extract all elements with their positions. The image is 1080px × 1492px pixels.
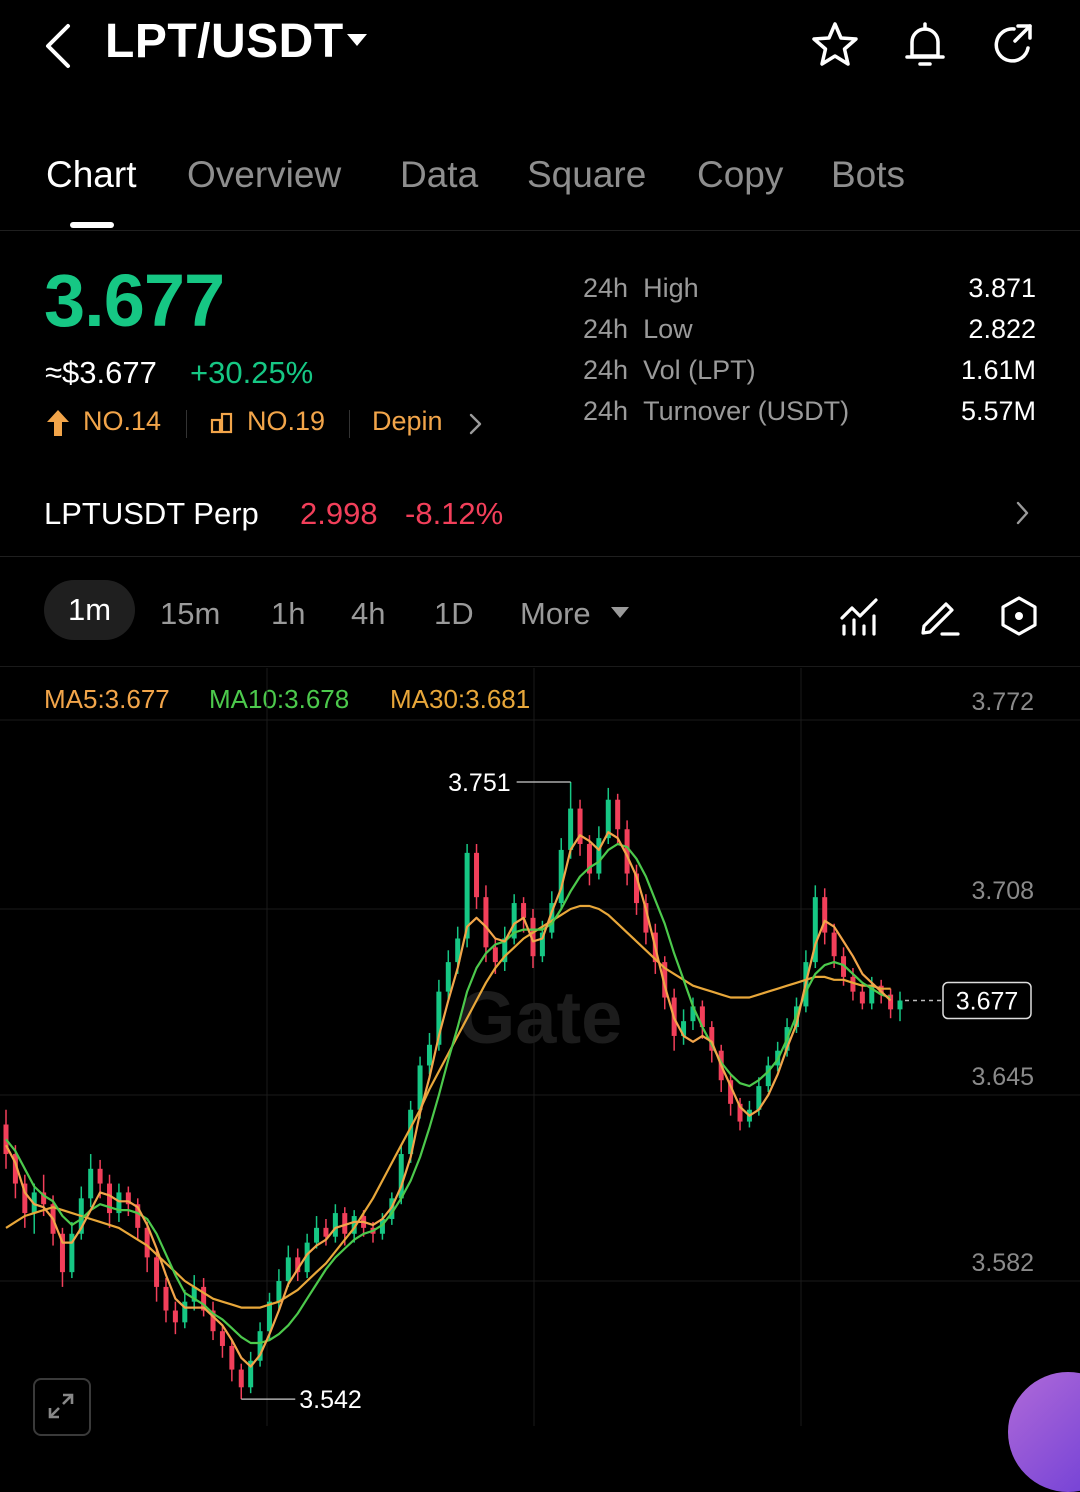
rank-volume[interactable]: NO.19: [247, 406, 325, 437]
candle-body: [426, 1044, 432, 1066]
tab-bar: Chart Overview Data Square Copy Bots: [0, 150, 1080, 231]
candle-body: [276, 1281, 282, 1302]
tab-square[interactable]: Square: [527, 154, 646, 196]
chevron-right-icon[interactable]: [1012, 500, 1032, 526]
candle-body: [483, 897, 489, 948]
perp-price: 2.998: [300, 496, 378, 531]
candle-body: [596, 838, 602, 874]
candle-body: [445, 962, 451, 992]
candle-body: [163, 1286, 169, 1311]
stat-value-volume: 1.61M: [960, 355, 1036, 385]
candle-body: [897, 1000, 903, 1010]
stat-label-high: 24h High: [583, 273, 699, 303]
rank-up-icon: [47, 410, 69, 436]
candle-body: [154, 1257, 160, 1287]
candle-body: [314, 1227, 320, 1243]
expand-icon: [48, 1393, 74, 1419]
divider: [186, 410, 187, 438]
star-icon[interactable]: [810, 20, 860, 70]
candle-body: [285, 1257, 291, 1281]
timeframe-4h[interactable]: 4h: [351, 596, 385, 632]
volume-rank-icon: [210, 412, 233, 434]
stat-value-low: 2.822: [968, 314, 1036, 344]
y-axis-tick-label: 3.772: [971, 688, 1034, 716]
draw-pencil-icon[interactable]: [918, 594, 962, 638]
candle-body: [219, 1331, 225, 1346]
pair-title[interactable]: LPT/USDT: [105, 14, 344, 69]
tab-copy[interactable]: Copy: [697, 154, 783, 196]
timeframe-1h[interactable]: 1h: [271, 596, 305, 632]
tab-data[interactable]: Data: [400, 154, 478, 196]
candle-body: [88, 1168, 94, 1199]
dropdown-caret-icon[interactable]: [346, 32, 368, 48]
bell-icon[interactable]: [900, 20, 950, 70]
usd-price: ≈$3.677: [45, 355, 157, 390]
sector-tag[interactable]: Depin: [372, 406, 443, 437]
low-marker-label: 3.542: [299, 1386, 362, 1414]
timeframe-bar: 1m 15m 1h 4h 1D More: [0, 568, 1080, 667]
candle-body: [859, 991, 865, 1004]
top-bar: LPT/USDT: [0, 0, 1080, 110]
divider: [349, 410, 350, 438]
candle-body: [229, 1345, 235, 1370]
timeframe-1m[interactable]: 1m: [44, 580, 136, 640]
candle-body: [474, 852, 480, 898]
timeframe-1d[interactable]: 1D: [434, 596, 474, 632]
timeframe-15m[interactable]: 15m: [160, 596, 220, 632]
tab-chart[interactable]: Chart: [46, 154, 136, 196]
tab-overview[interactable]: Overview: [187, 154, 341, 196]
candle-body: [97, 1168, 103, 1184]
y-axis-tick-label: 3.582: [971, 1249, 1034, 1277]
share-icon[interactable]: [988, 20, 1038, 70]
stat-label-volume: 24h Vol (LPT): [583, 355, 756, 385]
back-arrow-icon[interactable]: [40, 22, 80, 70]
dropdown-caret-icon[interactable]: [610, 606, 630, 620]
candle-body: [144, 1227, 150, 1258]
candle-body: [521, 903, 527, 918]
y-axis-tick-label: 3.645: [971, 1063, 1034, 1091]
candle-body: [615, 799, 621, 830]
candle-body: [492, 947, 498, 963]
tab-bots[interactable]: Bots: [831, 154, 905, 196]
timeframe-more[interactable]: More: [520, 596, 591, 632]
candle-body: [323, 1227, 329, 1237]
candle-body: [332, 1213, 338, 1237]
last-price: 3.677: [44, 259, 225, 342]
high-marker-label: 3.751: [448, 769, 511, 797]
candlestick-chart[interactable]: Gate3.7723.7083.6453.5823.7513.5423.677: [0, 668, 1080, 1426]
fullscreen-button[interactable]: [33, 1378, 91, 1436]
current-price-label: 3.677: [956, 988, 1019, 1016]
indicator-icon[interactable]: [838, 594, 882, 638]
perp-name: LPTUSDT Perp: [44, 496, 259, 531]
perp-change: -8.12%: [405, 496, 504, 531]
candle-body: [831, 932, 837, 957]
chevron-right-icon[interactable]: [466, 412, 484, 436]
candle-body: [568, 808, 574, 850]
settings-hexagon-icon[interactable]: [997, 594, 1041, 638]
stat-label-turnover: 24h Turnover (USDT): [583, 396, 850, 426]
candle-body: [238, 1369, 244, 1388]
stat-value-high: 3.871: [968, 273, 1036, 303]
stat-value-turnover: 5.57M: [960, 396, 1036, 426]
price-change-percent: +30.25%: [190, 355, 314, 390]
candle-body: [172, 1310, 178, 1323]
stat-label-low: 24h Low: [583, 314, 693, 344]
perpetual-row[interactable]: LPTUSDT Perp 2.998 -8.12%: [0, 470, 1080, 557]
active-tab-indicator: [70, 222, 114, 228]
y-axis-tick-label: 3.708: [971, 877, 1034, 905]
rank-gainers[interactable]: NO.14: [83, 406, 161, 437]
